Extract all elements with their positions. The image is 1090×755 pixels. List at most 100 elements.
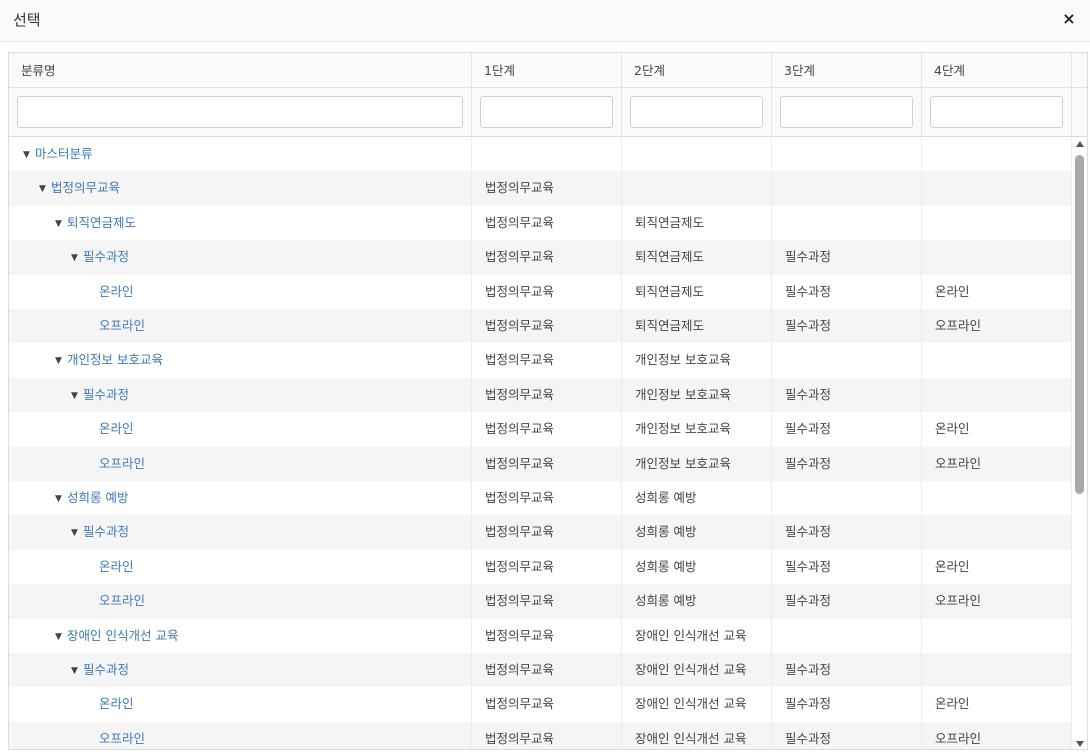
tree-node-label[interactable]: 장애인 인식개선 교육: [67, 628, 178, 643]
caret-down-icon[interactable]: ▼: [55, 620, 67, 653]
tree-node-cell[interactable]: 온라인: [9, 687, 472, 722]
tree-node-label[interactable]: 오프라인: [99, 456, 145, 471]
tree-node-cell[interactable]: 오프라인: [9, 721, 472, 749]
tree-node-cell[interactable]: 온라인: [9, 274, 472, 309]
tree-node-cell[interactable]: ▼ 성희롱 예방: [9, 481, 472, 516]
tree-node-cell[interactable]: 오프라인: [9, 446, 472, 481]
grid-body: ▼ 마스터분류 ▼ 법정의무교육 법정의무교육 ▼ 퇴직연금제도 법정의무교육 퇴직연금제도 ▼ 필…: [9, 137, 1072, 749]
stage1-cell: 법정의무교육: [472, 653, 622, 688]
caret-down-icon[interactable]: ▼: [55, 482, 67, 515]
table-row[interactable]: ▼ 퇴직연금제도 법정의무교육 퇴직연금제도: [9, 205, 1072, 241]
stage2-cell: 퇴직연금제도: [622, 205, 772, 241]
tree-node-cell[interactable]: 온라인: [9, 412, 472, 447]
stage4-cell: [922, 240, 1072, 275]
filter-input-stage2[interactable]: [630, 96, 763, 128]
tree-node-cell[interactable]: 온라인: [9, 549, 472, 585]
table-row[interactable]: ▼ 장애인 인식개선 교육 법정의무교육 장애인 인식개선 교육: [9, 618, 1072, 653]
stage3-cell: 필수과정: [772, 240, 922, 275]
tree-node-cell[interactable]: ▼ 개인정보 보호교육: [9, 343, 472, 378]
table-row[interactable]: ▼ 성희롱 예방 법정의무교육 성희롱 예방: [9, 481, 1072, 516]
tree-node-cell[interactable]: ▼ 필수과정: [9, 240, 472, 275]
column-header-stage2[interactable]: 2단계: [622, 53, 772, 88]
tree-node-label[interactable]: 오프라인: [99, 593, 145, 608]
caret-down-icon[interactable]: ▼: [71, 241, 83, 274]
table-row[interactable]: 오프라인 법정의무교육 장애인 인식개선 교육 필수과정 오프라인: [9, 721, 1072, 749]
tree-node-label[interactable]: 필수과정: [83, 387, 129, 402]
tree-node-label[interactable]: 오프라인: [99, 318, 145, 333]
tree-node-cell[interactable]: 오프라인: [9, 584, 472, 619]
stage4-cell: [922, 653, 1072, 688]
caret-down-icon[interactable]: ▼: [71, 379, 83, 412]
tree-node-label[interactable]: 퇴직연금제도: [67, 215, 136, 230]
stage2-cell: 개인정보 보호교육: [622, 412, 772, 447]
tree-node-label[interactable]: 온라인: [99, 421, 134, 436]
table-row[interactable]: ▼ 필수과정 법정의무교육 성희롱 예방 필수과정: [9, 515, 1072, 550]
tree-node-label[interactable]: 개인정보 보호교육: [67, 352, 163, 367]
stage1-cell: 법정의무교육: [472, 205, 622, 241]
stage1-cell: 법정의무교육: [472, 721, 622, 749]
caret-down-icon[interactable]: ▼: [55, 344, 67, 377]
stage2-cell: 개인정보 보호교육: [622, 343, 772, 378]
table-row[interactable]: 오프라인 법정의무교육 퇴직연금제도 필수과정 오프라인: [9, 309, 1072, 344]
tree-node-label[interactable]: 마스터분류: [35, 146, 93, 161]
stage3-cell: 필수과정: [772, 446, 922, 481]
tree-node-label[interactable]: 온라인: [99, 284, 134, 299]
table-row[interactable]: ▼ 개인정보 보호교육 법정의무교육 개인정보 보호교육: [9, 343, 1072, 378]
tree-node-label[interactable]: 성희롱 예방: [67, 490, 128, 505]
column-header-name[interactable]: 분류명: [9, 53, 472, 88]
table-row[interactable]: ▼ 마스터분류: [9, 137, 1072, 172]
stage3-cell: [772, 171, 922, 206]
tree-node-cell[interactable]: ▼ 필수과정: [9, 653, 472, 688]
stage1-cell: 법정의무교육: [472, 584, 622, 619]
scroll-thumb[interactable]: [1075, 155, 1084, 494]
tree-node-cell[interactable]: ▼ 필수과정: [9, 377, 472, 413]
column-header-stage1[interactable]: 1단계: [472, 53, 622, 88]
tree-node-label[interactable]: 필수과정: [83, 249, 129, 264]
tree-node-label[interactable]: 법정의무교육: [51, 180, 120, 195]
table-row[interactable]: 온라인 법정의무교육 장애인 인식개선 교육 필수과정 온라인: [9, 687, 1072, 722]
table-row[interactable]: 온라인 법정의무교육 성희롱 예방 필수과정 온라인: [9, 549, 1072, 585]
filter-input-name[interactable]: [17, 96, 463, 128]
tree-node-label[interactable]: 오프라인: [99, 731, 145, 746]
table-row[interactable]: 온라인 법정의무교육 퇴직연금제도 필수과정 온라인: [9, 274, 1072, 309]
stage4-cell: [922, 171, 1072, 206]
vertical-scrollbar[interactable]: [1072, 137, 1087, 749]
caret-down-icon[interactable]: ▼: [71, 516, 83, 549]
tree-node-label[interactable]: 필수과정: [83, 524, 129, 539]
tree-node-label[interactable]: 필수과정: [83, 662, 129, 677]
scroll-up-icon[interactable]: [1076, 141, 1084, 147]
table-row[interactable]: ▼ 필수과정 법정의무교육 퇴직연금제도 필수과정: [9, 240, 1072, 275]
table-row[interactable]: 오프라인 법정의무교육 개인정보 보호교육 필수과정 오프라인: [9, 446, 1072, 481]
dialog-title: 선택: [13, 11, 41, 29]
caret-down-icon[interactable]: ▼: [71, 654, 83, 687]
tree-node-label[interactable]: 온라인: [99, 559, 134, 574]
table-row[interactable]: ▼ 필수과정 법정의무교육 장애인 인식개선 교육 필수과정: [9, 653, 1072, 688]
filter-input-stage1[interactable]: [480, 96, 613, 128]
tree-node-cell[interactable]: 오프라인: [9, 309, 472, 344]
caret-down-icon[interactable]: ▼: [39, 172, 51, 205]
tree-node-cell[interactable]: ▼ 법정의무교육: [9, 171, 472, 206]
tree-node-label[interactable]: 온라인: [99, 696, 134, 711]
stage2-cell: 퇴직연금제도: [622, 309, 772, 344]
stage4-cell: 오프라인: [922, 309, 1072, 344]
table-row[interactable]: 오프라인 법정의무교육 성희롱 예방 필수과정 오프라인: [9, 584, 1072, 619]
table-row[interactable]: ▼ 필수과정 법정의무교육 개인정보 보호교육 필수과정: [9, 377, 1072, 413]
stage3-cell: 필수과정: [772, 412, 922, 447]
table-row[interactable]: ▼ 법정의무교육 법정의무교육: [9, 171, 1072, 206]
stage2-cell: 성희롱 예방: [622, 481, 772, 516]
filter-input-stage4[interactable]: [930, 96, 1063, 128]
tree-node-cell[interactable]: ▼ 필수과정: [9, 515, 472, 550]
stage1-cell: 법정의무교육: [472, 343, 622, 378]
filter-input-stage3[interactable]: [780, 96, 913, 128]
table-row[interactable]: 온라인 법정의무교육 개인정보 보호교육 필수과정 온라인: [9, 412, 1072, 447]
close-icon[interactable]: ×: [1060, 10, 1078, 28]
dialog-header: 선택 ×: [0, 0, 1090, 42]
tree-node-cell[interactable]: ▼ 장애인 인식개선 교육: [9, 618, 472, 653]
scroll-down-icon[interactable]: [1076, 741, 1084, 747]
column-header-stage4[interactable]: 4단계: [922, 53, 1072, 88]
tree-node-cell[interactable]: ▼ 마스터분류: [9, 137, 472, 172]
caret-down-icon[interactable]: ▼: [55, 207, 67, 240]
tree-node-cell[interactable]: ▼ 퇴직연금제도: [9, 205, 472, 241]
caret-down-icon[interactable]: ▼: [23, 138, 35, 171]
column-header-stage3[interactable]: 3단계: [772, 53, 922, 88]
